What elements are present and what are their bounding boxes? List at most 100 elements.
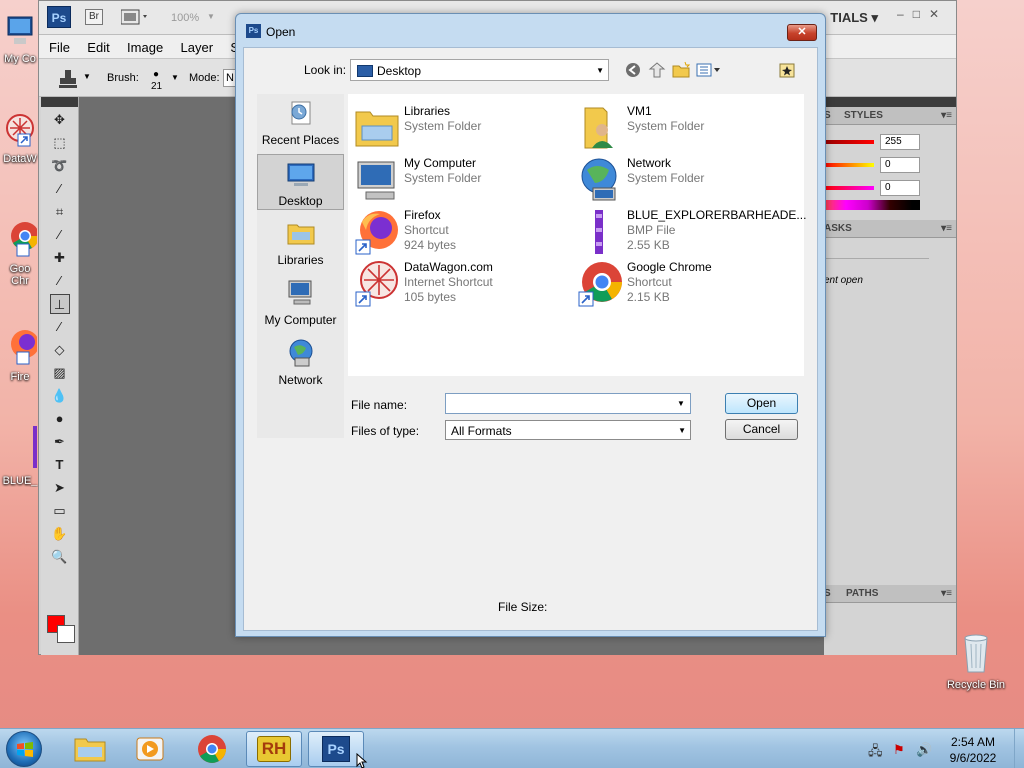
start-button[interactable] [6, 731, 42, 767]
place-label: Network [278, 373, 323, 387]
place-my-computer[interactable]: My Computer [257, 274, 344, 330]
dodge-tool-icon[interactable]: ● [50, 409, 70, 429]
file-item-datawagon[interactable]: DataWagon.com Internet Shortcut 105 byte… [350, 258, 570, 310]
marquee-tool-icon[interactable]: ⬚ [50, 133, 70, 153]
file-item-blue-explorerbar[interactable]: BLUE_EXPLORERBARHEADE... BMP File 2.55 K… [573, 206, 806, 258]
back-icon[interactable] [625, 62, 641, 78]
new-folder-icon[interactable] [672, 61, 690, 79]
background-color-swatch[interactable] [57, 625, 75, 643]
panel-menu-icon[interactable]: ▾≡ [941, 588, 952, 599]
eyedropper-tool-icon[interactable]: ⁄ [50, 225, 70, 245]
taskbar-chrome[interactable] [184, 731, 240, 767]
gradient-tool-icon[interactable]: ▨ [50, 363, 70, 383]
history-brush-tool-icon[interactable]: ⁄ [50, 317, 70, 337]
blue-slider[interactable] [824, 186, 874, 190]
place-network[interactable]: Network [257, 334, 344, 390]
file-size: 105 bytes [404, 290, 457, 304]
zoom-tool-icon[interactable]: 🔍 [50, 547, 70, 567]
menu-file[interactable]: File [39, 35, 70, 55]
crop-tool-icon[interactable]: ⌗ [50, 202, 70, 222]
file-item-network[interactable]: Network System Folder [573, 154, 793, 206]
magic-wand-tool-icon[interactable]: ⁄ [50, 179, 70, 199]
pen-tool-icon[interactable]: ✒ [50, 432, 70, 452]
desktop-icon-my-computer[interactable]: My Co [0, 14, 40, 65]
lasso-tool-icon[interactable]: ➰ [50, 156, 70, 176]
type-tool-icon[interactable]: T [50, 455, 70, 475]
file-type: System Folder [627, 119, 705, 133]
open-dialog: Ps Open ✕ Look in: Desktop ▼ Recent Plac… [235, 13, 826, 637]
file-list: Libraries System Folder VM1 System Folde… [348, 94, 806, 376]
action-center-icon[interactable]: ⚑ [893, 742, 905, 758]
close-button[interactable]: ✕ [787, 24, 817, 41]
file-item-vm1[interactable]: VM1 System Folder [573, 102, 793, 154]
file-item-google-chrome[interactable]: Google Chrome Shortcut 2.15 KB [573, 258, 793, 310]
up-folder-icon[interactable] [648, 61, 666, 79]
panels-header[interactable] [824, 97, 956, 107]
file-name: VM1 [627, 104, 652, 118]
red-slider[interactable] [824, 140, 874, 144]
move-tool-icon[interactable]: ✥ [50, 110, 70, 130]
menu-layer[interactable]: Layer [167, 35, 214, 55]
place-desktop[interactable]: Desktop [257, 154, 344, 210]
look-in-dropdown[interactable]: Desktop ▼ [350, 59, 609, 81]
tab-tasks[interactable]: ASKS [824, 223, 852, 234]
tools-panel-header[interactable] [41, 97, 78, 107]
view-extras-icon[interactable] [121, 9, 149, 25]
taskbar-explorer[interactable] [62, 731, 118, 767]
clone-stamp-icon[interactable] [57, 68, 79, 90]
blue-value[interactable]: 0 [880, 180, 920, 196]
desktop-icon-blue-bmp[interactable]: BLUE_ [0, 424, 40, 487]
panel-menu-icon[interactable]: ▾≡ [941, 223, 952, 234]
shape-tool-icon[interactable]: ▭ [50, 501, 70, 521]
open-button[interactable]: Open [725, 393, 798, 414]
chevron-down-icon[interactable]: ▼ [171, 73, 179, 82]
network-tray-icon[interactable]: 🖧 [868, 742, 883, 764]
red-value[interactable]: 255 [880, 134, 920, 150]
volume-icon[interactable]: 🔊 [916, 742, 932, 758]
tab-styles[interactable]: STYLES [844, 110, 883, 121]
place-recent-places[interactable]: Recent Places [257, 94, 344, 150]
show-desktop-button[interactable] [1014, 729, 1024, 768]
eraser-tool-icon[interactable]: ◇ [50, 340, 70, 360]
clone-stamp-tool-icon[interactable]: ⊥ [49, 294, 70, 314]
view-menu-icon[interactable] [696, 62, 722, 78]
hand-tool-icon[interactable]: ✋ [50, 524, 70, 544]
menu-image[interactable]: Image [113, 35, 163, 55]
place-libraries[interactable]: Libraries [257, 214, 344, 270]
chevron-down-icon: ▼ [596, 66, 604, 75]
desktop-icon-datawagon[interactable]: DataW [0, 112, 40, 165]
color-ramp[interactable] [824, 200, 920, 210]
taskbar-media-player[interactable] [122, 731, 178, 767]
desktop-icon-chrome[interactable]: Goo Chr [0, 218, 40, 287]
cancel-button[interactable]: Cancel [725, 419, 798, 440]
brush-size[interactable]: 21 [151, 81, 162, 92]
files-of-type-dropdown[interactable]: All Formats ▼ [445, 420, 691, 440]
blue-slider-row: 0 [824, 177, 956, 200]
healing-brush-tool-icon[interactable]: ✚ [50, 248, 70, 268]
desktop-icon-firefox[interactable]: Fire [0, 326, 40, 383]
system-clock[interactable]: 2:54 AM 9/6/2022 [942, 734, 1004, 766]
window-controls[interactable]: –□✕ [897, 7, 948, 21]
chevron-down-icon[interactable]: ▼ [677, 399, 685, 408]
panel-menu-icon[interactable]: ▾≡ [941, 110, 952, 121]
chevron-down-icon[interactable]: ▼ [83, 72, 91, 81]
blur-tool-icon[interactable]: 💧 [50, 386, 70, 406]
green-slider[interactable] [824, 163, 874, 167]
right-panels: S STYLES ▾≡ 255 0 0 ASKS ▾≡ ent open S P… [824, 97, 956, 655]
menu-edit[interactable]: Edit [73, 35, 109, 55]
file-item-firefox[interactable]: Firefox Shortcut 924 bytes [350, 206, 570, 258]
path-selection-tool-icon[interactable]: ➤ [50, 478, 70, 498]
file-item-libraries[interactable]: Libraries System Folder [350, 102, 570, 154]
file-item-my-computer[interactable]: My Computer System Folder [350, 154, 570, 206]
green-value[interactable]: 0 [880, 157, 920, 173]
taskbar-rh[interactable]: RH [246, 731, 302, 767]
dialog-title-bar[interactable]: Ps Open ✕ [236, 14, 825, 47]
favorite-folder-icon[interactable] [778, 61, 796, 79]
file-name-input[interactable] [445, 393, 691, 414]
workspace-switcher[interactable]: TIALS ▾ [830, 10, 878, 26]
brush-tool-icon[interactable]: ⁄ [50, 271, 70, 291]
bridge-button[interactable]: Br [85, 9, 103, 25]
file-type: System Folder [404, 119, 482, 133]
tab-paths[interactable]: PATHS [846, 588, 878, 599]
zoom-level[interactable]: 100% [171, 12, 199, 24]
